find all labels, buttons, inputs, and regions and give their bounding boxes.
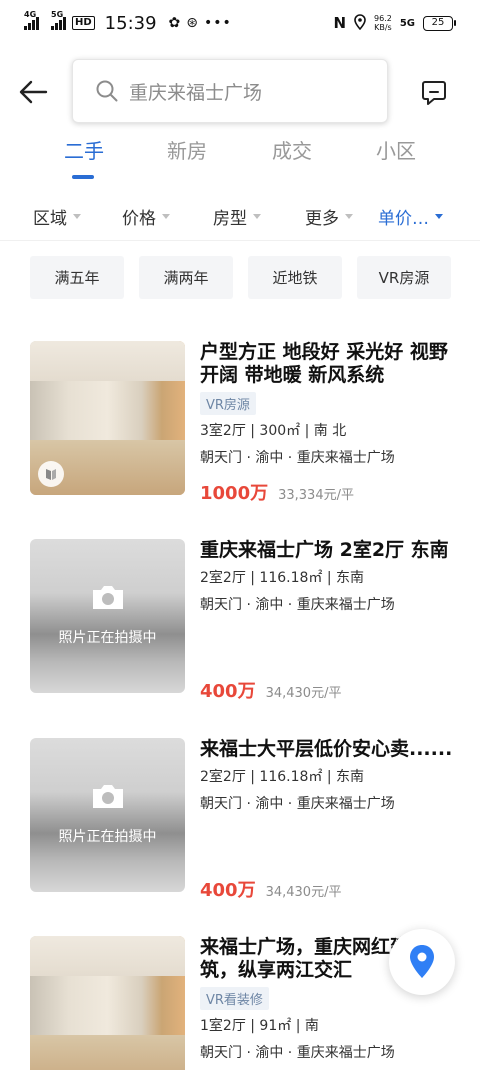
total-price: 400万 [200, 681, 256, 702]
tab-ershou[interactable]: 二手 [64, 135, 104, 164]
total-price: 1000万 [200, 483, 269, 504]
signal-type-label: 4G [24, 10, 37, 19]
unit-price: 34,430元/平 [265, 885, 342, 900]
vr-icon [38, 461, 64, 487]
net-speed: 96.2 KB/s [374, 14, 392, 32]
nfc-icon: N [333, 14, 347, 32]
listing-spec: 1室2厅 | 91㎡ | 南 [200, 1018, 319, 1034]
status-bar: 4G 5G HD 15:39 ✿ ⊛ ••• N 96.2 KB/s 5G 25 [0, 0, 480, 46]
tab-chengjiao[interactable]: 成交 [272, 135, 312, 164]
price-row: 400万 34,430元/平 [200, 677, 341, 703]
listing-info: 户型方正 地段好 采光好 视野开阔 带地暖 新风系统 VR房源 3室2厅 | 3… [200, 341, 460, 504]
battery-level: 25 [423, 15, 453, 31]
signal-icon: 5G [51, 10, 66, 30]
net-speed-value: 96.2 [374, 14, 392, 23]
caret-down-icon [435, 214, 443, 219]
filter-label: 价格 [122, 209, 156, 229]
listing-card[interactable]: 照片正在拍摄中 重庆来福士广场 2室2厅 东南 2室2厅 | 116.18㎡ |… [30, 539, 460, 702]
chip-man-liang-nian[interactable]: 满两年 [139, 256, 233, 299]
notification-app-icon: ⊛ [186, 15, 199, 31]
filter-price[interactable]: 价格 [122, 204, 170, 229]
listing-badge: VR看装修 [200, 987, 269, 1010]
unit-price: 34,430元/平 [265, 686, 342, 701]
listing-location: 朝天门 · 渝中 · 重庆来福士广场 [200, 450, 395, 466]
listing-title: 来福士大平层低价安心卖...... [200, 738, 453, 760]
status-left: 4G 5G HD 15:39 ✿ ⊛ ••• [24, 10, 232, 34]
filter-label: 区域 [33, 209, 67, 229]
chip-jin-di-tie[interactable]: 近地铁 [248, 256, 342, 299]
listing-spec: 2室2厅 | 116.18㎡ | 东南 [200, 769, 365, 785]
listing-spec: 2室2厅 | 116.18㎡ | 东南 [200, 570, 365, 586]
message-button[interactable] [418, 76, 450, 108]
listing-photo: 照片正在拍摄中 [30, 539, 185, 693]
listing-photo: 照片正在拍摄中 [30, 738, 185, 892]
signal-5g-icon: 5G [399, 17, 415, 29]
chip-vr-listing[interactable]: VR房源 [357, 256, 451, 299]
search-input[interactable]: 重庆来福士广场 [72, 59, 388, 123]
price-row: 1000万 33,334元/平 [200, 479, 354, 505]
listing-info: 来福士广场，重庆网红建筑，纵享两江交汇 VR看装修 1室2厅 | 91㎡ | 南… [200, 936, 415, 1062]
tab-xinfang[interactable]: 新房 [167, 135, 207, 164]
net-speed-unit: KB/s [374, 23, 392, 32]
filter-layout[interactable]: 房型 [213, 204, 261, 229]
back-arrow-icon [19, 80, 48, 104]
listing-title: 重庆来福士广场 2室2厅 东南 [200, 539, 449, 561]
filter-unit-price[interactable]: 单价… [378, 204, 443, 229]
listing-title: 户型方正 地段好 采光好 视野开阔 带地暖 新风系统 [200, 341, 448, 386]
filter-bar: 区域 价格 房型 更多 单价… [0, 196, 480, 236]
more-notifications-icon: ••• [204, 15, 232, 31]
battery-icon: 25 [423, 15, 456, 31]
divider [0, 240, 480, 241]
notification-app-icon: ✿ [168, 15, 181, 31]
listing-card[interactable]: 照片正在拍摄中 来福士大平层低价安心卖...... 2室2厅 | 116.18㎡… [30, 738, 460, 901]
filter-label: 更多 [305, 209, 339, 229]
tab-bar: 二手 新房 成交 小区 [0, 135, 480, 185]
photo-pending-label: 照片正在拍摄中 [58, 829, 157, 845]
camera-icon [93, 586, 123, 609]
filter-label: 房型 [213, 209, 247, 229]
listing-photo [30, 341, 185, 495]
hd-voice-badge: HD [72, 16, 95, 30]
clock: 15:39 [104, 12, 157, 34]
listing-info: 重庆来福士广场 2室2厅 东南 2室2厅 | 116.18㎡ | 东南 朝天门 … [200, 539, 460, 702]
tab-xiaoqu[interactable]: 小区 [376, 135, 416, 164]
tab-active-indicator [72, 175, 94, 179]
map-button[interactable] [389, 929, 455, 995]
map-pin-icon [410, 945, 434, 978]
search-placeholder: 重庆来福士广场 [129, 81, 263, 104]
location-icon [354, 13, 366, 33]
signal-icon: 4G [24, 10, 39, 30]
price-row: 400万 34,430元/平 [200, 876, 341, 902]
total-price: 400万 [200, 880, 256, 901]
photo-pending-label: 照片正在拍摄中 [58, 630, 157, 646]
signal-type-label: 5G [51, 10, 64, 19]
filter-area[interactable]: 区域 [33, 204, 81, 229]
filter-label: 单价… [378, 209, 429, 229]
caret-down-icon [253, 214, 261, 219]
listing-location: 朝天门 · 渝中 · 重庆来福士广场 [200, 796, 395, 812]
listing-card[interactable]: 户型方正 地段好 采光好 视野开阔 带地暖 新风系统 VR房源 3室2厅 | 3… [30, 341, 460, 504]
unit-price: 33,334元/平 [278, 488, 354, 503]
message-icon [422, 81, 446, 105]
listing-location: 朝天门 · 渝中 · 重庆来福士广场 [200, 1045, 395, 1061]
listing-title: 来福士广场，重庆网红建筑，纵享两江交汇 [200, 936, 410, 981]
caret-down-icon [162, 214, 170, 219]
caret-down-icon [345, 214, 353, 219]
back-button[interactable] [16, 74, 52, 110]
listing-info: 来福士大平层低价安心卖...... 2室2厅 | 116.18㎡ | 东南 朝天… [200, 738, 460, 901]
listing-photo [30, 936, 185, 1070]
caret-down-icon [73, 214, 81, 219]
listing-badge: VR房源 [200, 392, 256, 415]
camera-icon [93, 785, 123, 808]
listing-spec: 3室2厅 | 300㎡ | 南 北 [200, 423, 347, 439]
listing-location: 朝天门 · 渝中 · 重庆来福士广场 [200, 597, 395, 613]
status-right: N 96.2 KB/s 5G 25 [333, 13, 456, 33]
search-icon [96, 80, 118, 102]
chip-man-wu-nian[interactable]: 满五年 [30, 256, 124, 299]
filter-more[interactable]: 更多 [305, 204, 353, 229]
